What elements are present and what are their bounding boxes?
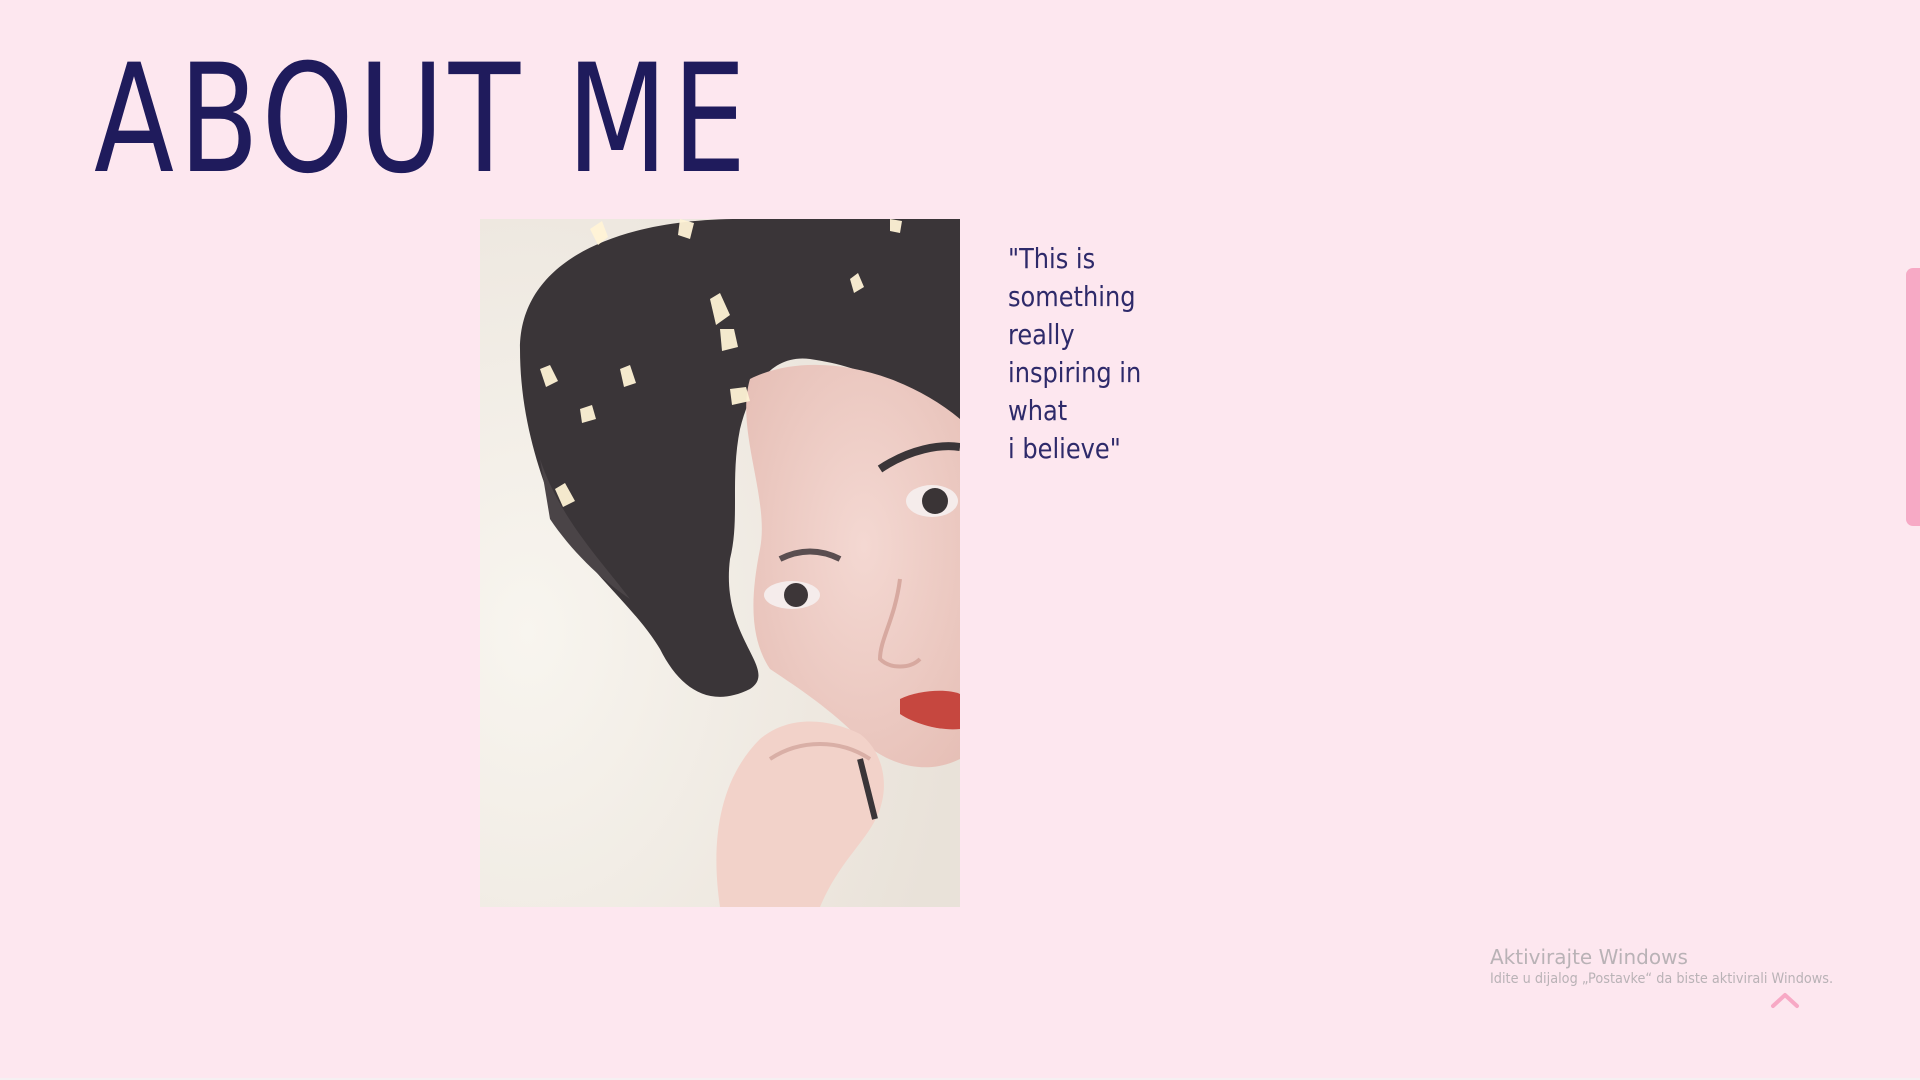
chevron-up-icon — [1771, 993, 1799, 1008]
quote-line: something really — [1008, 280, 1136, 351]
about-quote: "This is something really inspiring in wha… — [1008, 240, 1197, 468]
quote-line: i believe" — [1008, 432, 1121, 465]
activation-title: Aktivirajte Windows — [1490, 945, 1688, 969]
quote-line: "This is — [1008, 242, 1096, 275]
page-title: ABOUT ME — [94, 33, 751, 207]
windows-activation-watermark: Aktivirajte Windows Idite u dijalog „Pos… — [1490, 944, 1863, 988]
activation-subtitle: Idite u dijalog „Postavke“ da biste akti… — [1490, 971, 1834, 987]
about-page: ABOUT ME "This is something really inspi… — [0, 0, 1920, 1080]
scroll-to-top-button[interactable] — [1770, 990, 1800, 1010]
scrollbar-thumb[interactable] — [1906, 268, 1920, 526]
portrait-photo — [480, 219, 960, 907]
quote-line: inspiring in what — [1008, 356, 1142, 427]
